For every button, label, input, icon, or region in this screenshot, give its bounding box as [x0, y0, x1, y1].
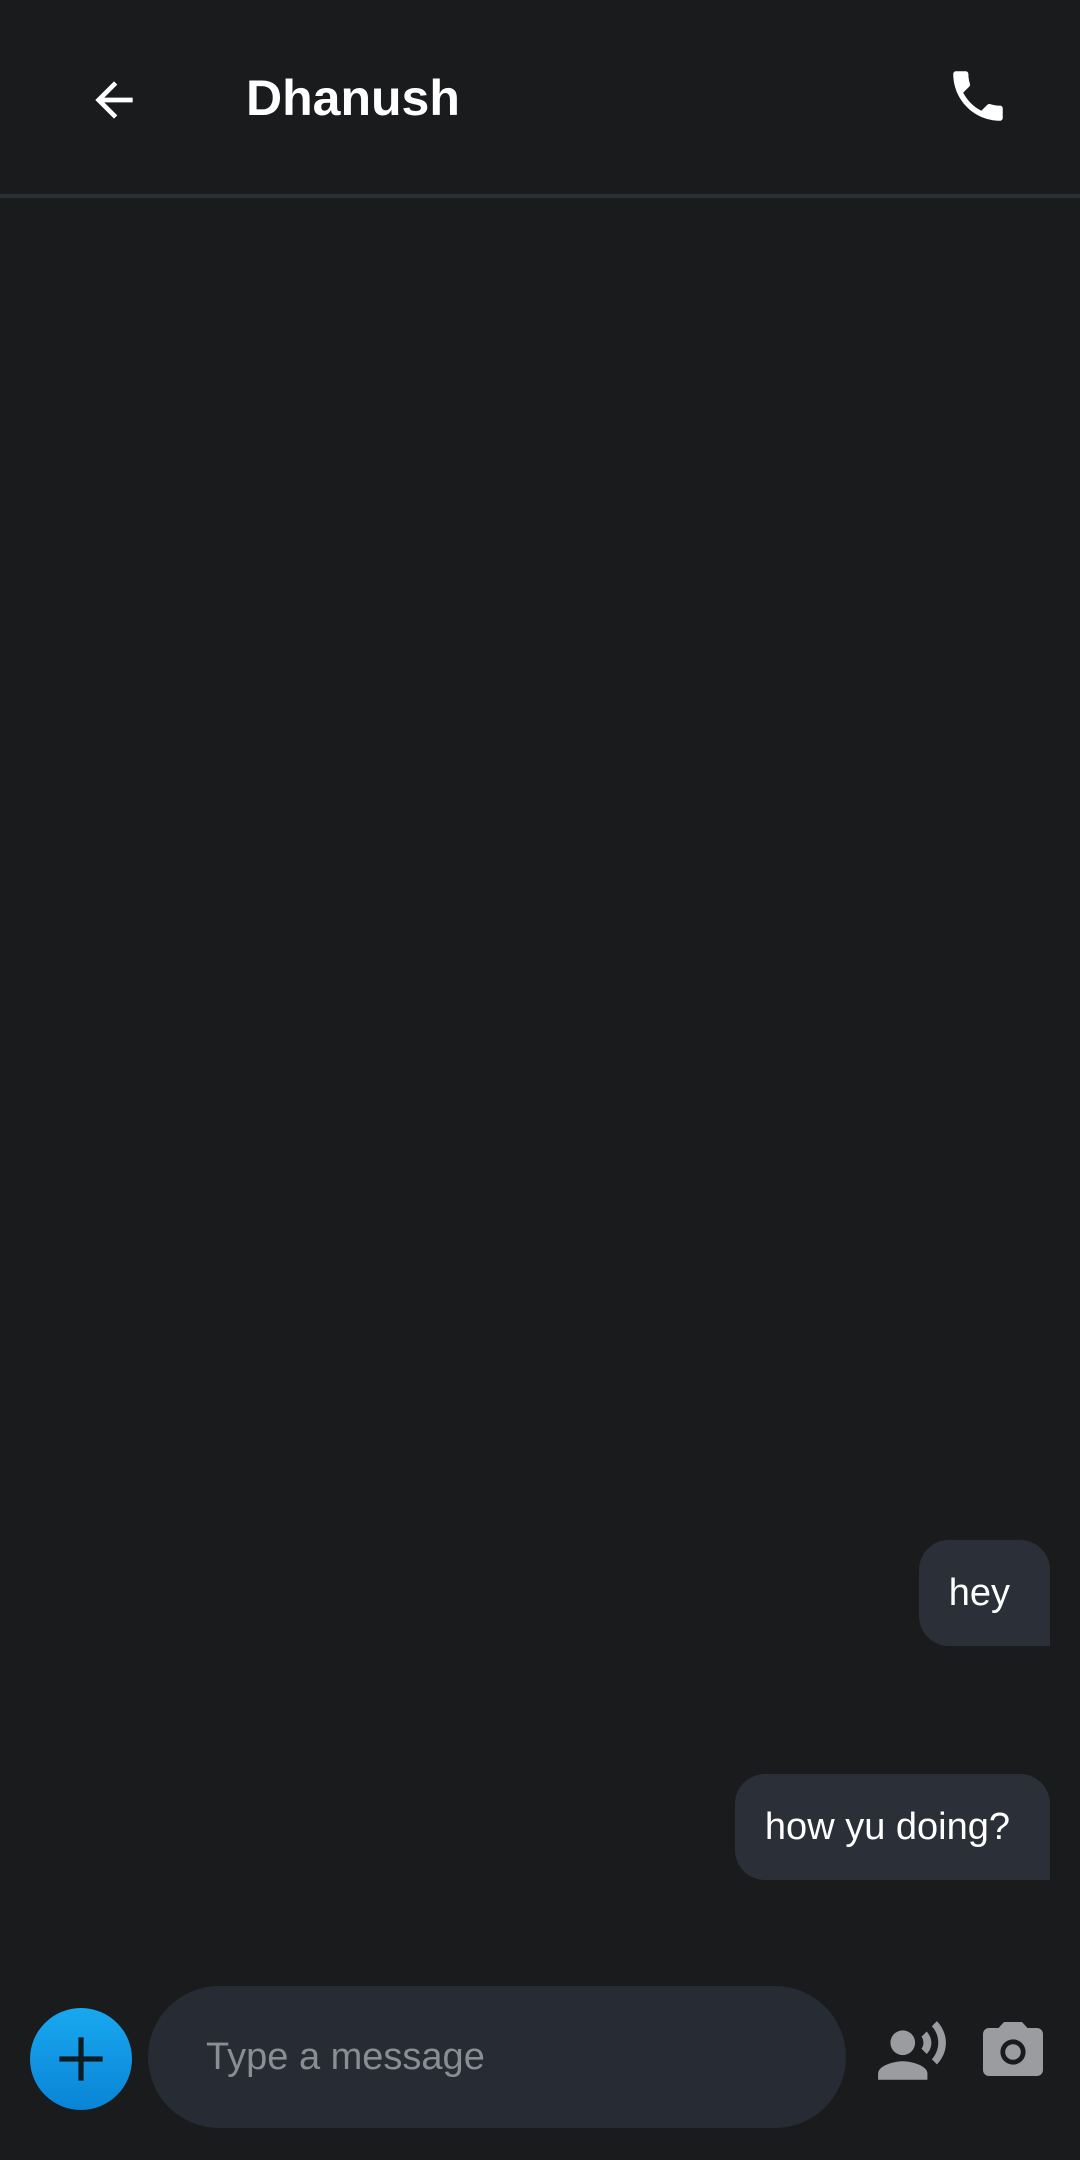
arrow-left-icon: [95, 81, 133, 119]
message-bubble[interactable]: how yu doing?: [734, 1774, 1050, 1880]
back-button[interactable]: [64, 50, 164, 150]
call-button[interactable]: [928, 46, 1028, 146]
voice-person-icon: [878, 2021, 946, 2080]
message-text: how yu doing?: [764, 1806, 1010, 1848]
composer-bar: [0, 1960, 1080, 2160]
message-input[interactable]: [206, 1986, 816, 2128]
plus-icon: [59, 2037, 103, 2081]
message-input-container: [148, 1986, 846, 2128]
add-attachment-button[interactable]: [30, 2008, 132, 2110]
camera-icon: [983, 2022, 1043, 2076]
contact-name: Dhanush: [246, 70, 460, 126]
camera-button[interactable]: [976, 2012, 1050, 2092]
phone-icon: [953, 71, 1003, 121]
message-bubble[interactable]: hey: [918, 1540, 1050, 1646]
chat-screen: Dhanush hey how yu doing?: [0, 0, 1080, 2160]
chat-header: Dhanush: [0, 0, 1080, 198]
message-text: hey: [948, 1572, 1010, 1614]
voice-button[interactable]: [872, 2012, 952, 2092]
